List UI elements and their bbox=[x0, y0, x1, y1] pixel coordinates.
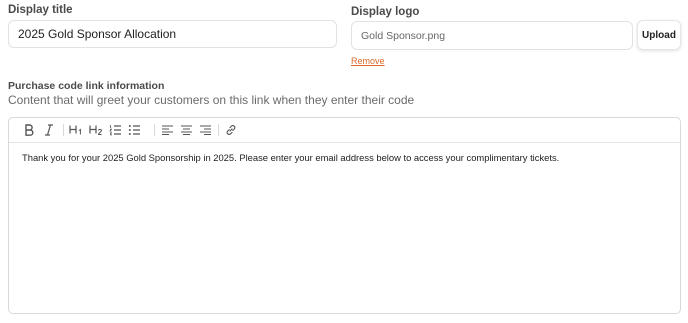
rich-text-editor: Thank you for your 2025 Gold Sponsorship… bbox=[8, 117, 681, 314]
toolbar-divider bbox=[154, 124, 155, 136]
toolbar-divider bbox=[63, 124, 64, 136]
remove-logo-link[interactable]: Remove bbox=[351, 56, 385, 66]
display-title-label: Display title bbox=[8, 4, 73, 16]
heading-2-icon[interactable] bbox=[89, 123, 103, 137]
bold-icon[interactable] bbox=[23, 123, 35, 137]
align-left-icon[interactable] bbox=[161, 123, 173, 137]
align-right-icon[interactable] bbox=[199, 123, 211, 137]
toolbar-divider bbox=[218, 124, 219, 136]
heading-1-icon[interactable] bbox=[69, 123, 83, 137]
bullet-list-icon[interactable] bbox=[127, 123, 141, 137]
link-icon[interactable] bbox=[224, 123, 238, 137]
italic-icon[interactable] bbox=[43, 123, 55, 137]
display-title-value: 2025 Gold Sponsor Allocation bbox=[18, 27, 177, 41]
editor-content[interactable]: Thank you for your 2025 Gold Sponsorship… bbox=[9, 143, 680, 172]
logo-file-name: Gold Sponsor.png bbox=[361, 29, 446, 42]
editor-toolbar bbox=[9, 118, 680, 143]
display-title-input[interactable]: 2025 Gold Sponsor Allocation bbox=[8, 20, 337, 48]
display-logo-field[interactable]: Gold Sponsor.png bbox=[351, 21, 633, 50]
purchase-code-label: Purchase code link information bbox=[8, 80, 165, 92]
upload-button[interactable]: Upload bbox=[637, 20, 681, 50]
align-center-icon[interactable] bbox=[180, 123, 192, 137]
display-logo-label: Display logo bbox=[351, 6, 420, 18]
ordered-list-icon[interactable] bbox=[108, 123, 122, 137]
purchase-code-help-text: Content that will greet your customers o… bbox=[8, 93, 415, 107]
